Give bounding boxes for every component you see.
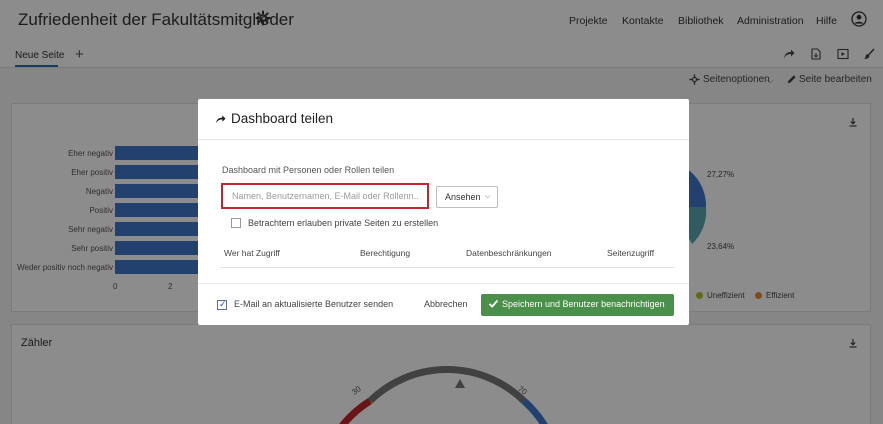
share-field-label: Dashboard mit Personen oder Rollen teile… — [222, 165, 395, 175]
dialog-header: Dashboard teilen — [198, 99, 689, 140]
share-icon — [215, 115, 226, 124]
dialog-title: Dashboard teilen — [231, 111, 334, 126]
divider — [198, 283, 689, 284]
email-notify-checkbox[interactable]: ✓ — [217, 299, 227, 310]
private-pages-checkbox[interactable] — [231, 218, 241, 228]
chevron-down-icon: ⌵ — [485, 193, 491, 200]
checkmark-icon: ✓ — [219, 299, 227, 309]
column-header-page-access: Seitenzugriff — [607, 248, 655, 258]
divider — [220, 267, 674, 268]
checkmark-icon — [488, 299, 499, 308]
save-button-label: Speichern und Benutzer benachrichtigen — [502, 299, 665, 309]
share-search-input[interactable] — [221, 183, 429, 209]
column-header-access: Wer hat Zugriff — [224, 248, 280, 258]
private-pages-label[interactable]: Betrachtern erlauben private Seiten zu e… — [248, 218, 438, 228]
column-header-data-restrictions: Datenbeschränkungen — [466, 248, 552, 258]
permission-select-value: Ansehen — [445, 192, 481, 202]
email-notify-label[interactable]: E-Mail an aktualisierte Benutzer senden — [234, 299, 393, 309]
cancel-button[interactable]: Abbrechen — [424, 299, 468, 309]
column-header-permission: Berechtigung — [360, 248, 411, 258]
share-dashboard-dialog: Dashboard teilen Dashboard mit Personen … — [198, 99, 689, 325]
permission-select[interactable]: Ansehen ⌵ — [436, 186, 498, 208]
save-and-notify-button[interactable]: Speichern und Benutzer benachrichtigen — [481, 294, 674, 316]
